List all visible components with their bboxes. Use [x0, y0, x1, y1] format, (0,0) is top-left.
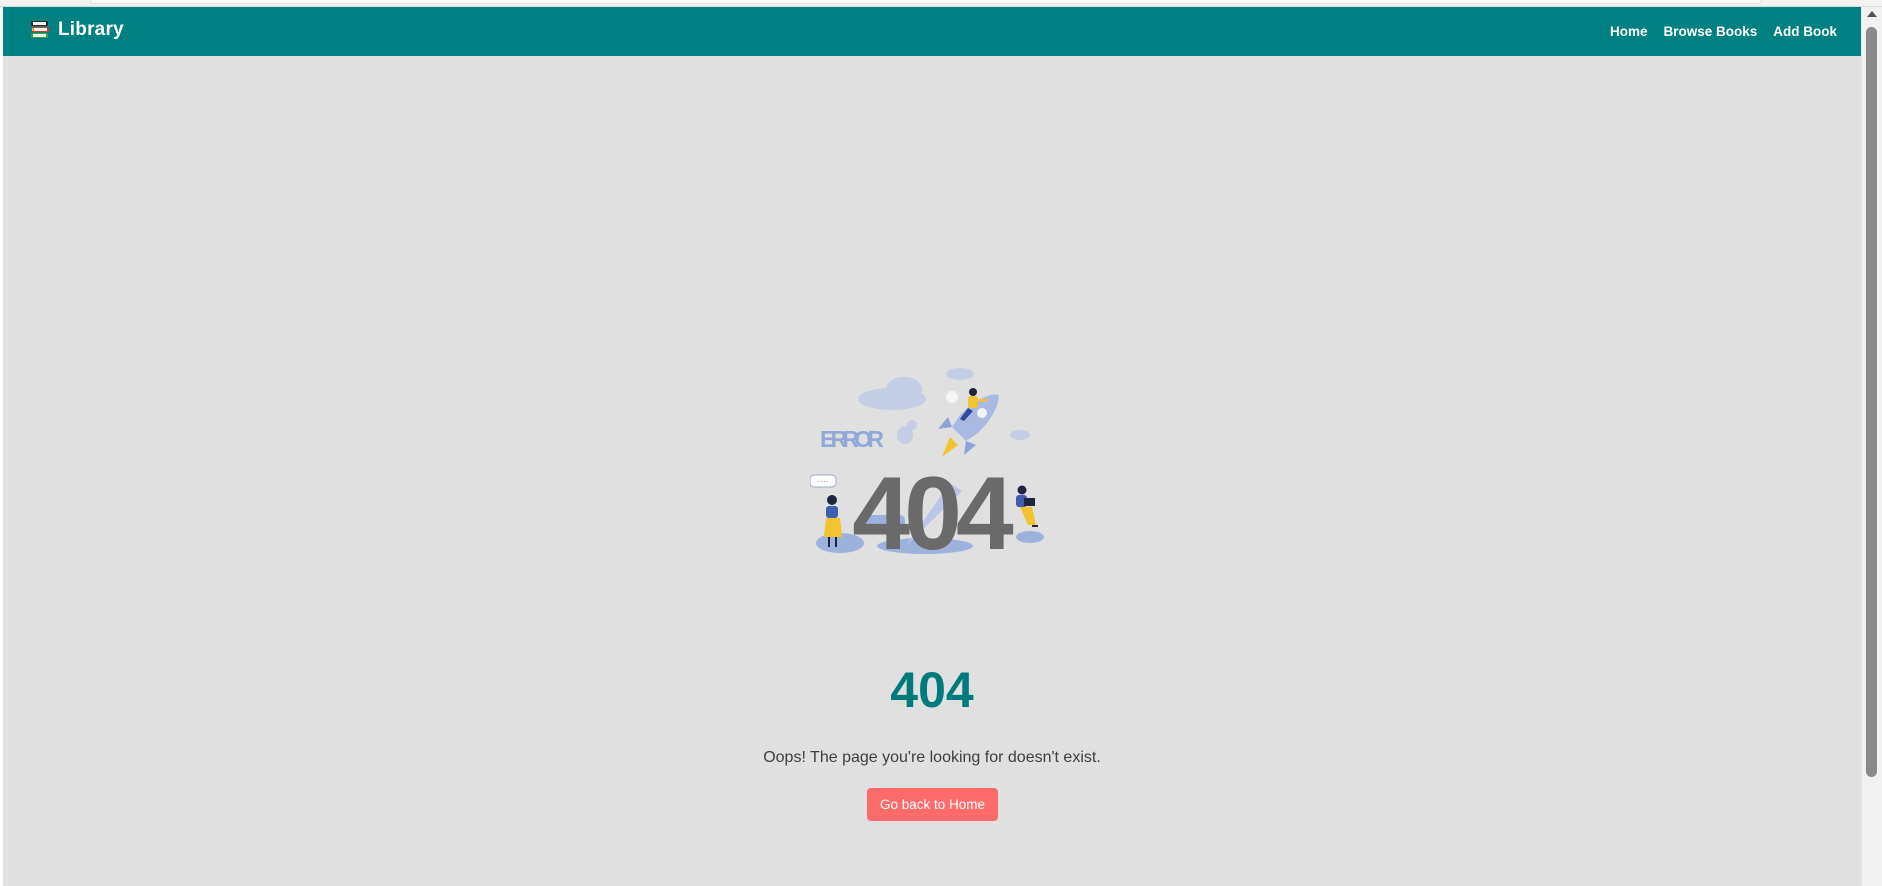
- person-right: [1016, 485, 1038, 527]
- page-viewport: Library Home Browse Books Add Book ERROR: [3, 7, 1861, 886]
- scroll-up-arrow-icon[interactable]: [1867, 11, 1877, 17]
- brand[interactable]: Library: [29, 19, 124, 41]
- error-code-heading: 404: [890, 662, 974, 718]
- nav-link-home[interactable]: Home: [1610, 24, 1648, 39]
- nav-link-add-book[interactable]: Add Book: [1773, 24, 1837, 39]
- scroll-thumb[interactable]: [1866, 27, 1877, 777]
- error-404-illustration: ERROR 404 ····: [810, 368, 1044, 555]
- go-home-button[interactable]: Go back to Home: [867, 788, 998, 821]
- brand-title: Library: [58, 19, 124, 40]
- person-left: ····: [810, 474, 842, 547]
- nav-link-browse-books[interactable]: Browse Books: [1663, 24, 1757, 39]
- illustration-error-label: ERROR: [820, 426, 884, 452]
- illustration-404-text: 404: [852, 456, 1014, 555]
- books-icon: [31, 21, 49, 38]
- svg-text:····: ····: [818, 477, 829, 486]
- nav-links: Home Browse Books Add Book: [1610, 24, 1837, 39]
- navbar: Library Home Browse Books Add Book: [3, 7, 1861, 56]
- vertical-scrollbar[interactable]: [1861, 7, 1882, 886]
- moon-dot: [946, 391, 958, 403]
- browser-chrome-top: [0, 0, 1882, 7]
- error-message: Oops! The page you're looking for doesn'…: [763, 749, 1101, 766]
- address-bar-edge: [90, 0, 1762, 4]
